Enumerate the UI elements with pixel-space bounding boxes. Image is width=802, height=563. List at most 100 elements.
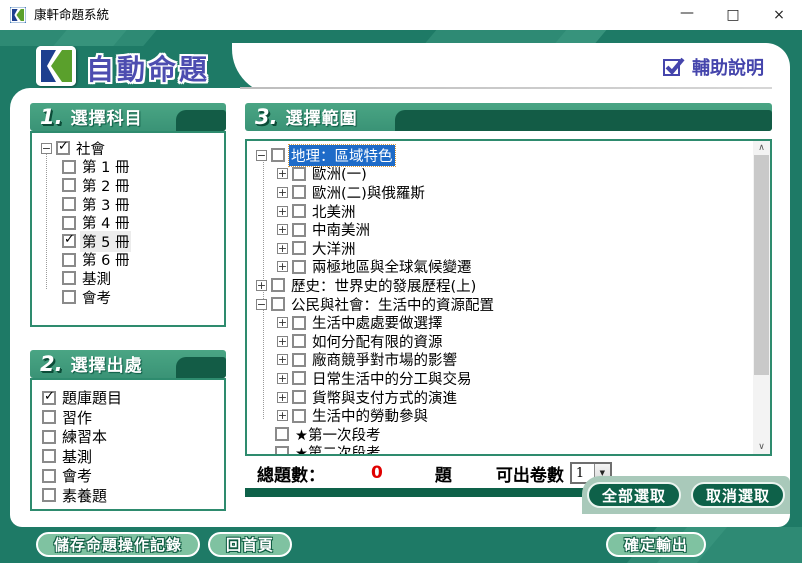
checkbox[interactable] bbox=[292, 167, 306, 181]
checklist-row: 題庫題目 bbox=[42, 388, 224, 408]
checklist-label[interactable]: 練習本 bbox=[60, 426, 109, 447]
expand-toggle-icon[interactable]: + bbox=[277, 373, 288, 384]
deselect-all-button[interactable]: 取消選取 bbox=[691, 482, 785, 508]
tree-label[interactable]: 會考 bbox=[80, 287, 113, 308]
section1-title: 選擇科目 bbox=[71, 105, 143, 131]
checklist-row: 素養題 bbox=[42, 486, 224, 506]
checkbox[interactable] bbox=[62, 216, 76, 230]
checkbox[interactable] bbox=[62, 178, 76, 192]
checklist-row: 習作 bbox=[42, 408, 224, 428]
checklist-label[interactable]: 素養題 bbox=[60, 485, 109, 506]
tree-row: 第 4 冊 bbox=[32, 213, 224, 232]
tree-row: 第 6 冊 bbox=[32, 251, 224, 270]
scroll-down-icon[interactable]: ∨ bbox=[753, 440, 770, 454]
tree-row: 會考 bbox=[32, 288, 224, 307]
checkmark-pen-icon bbox=[662, 55, 686, 79]
tree-row: +生活中的勞動參與 bbox=[247, 406, 770, 425]
section1-banner: 1. 選擇科目 bbox=[30, 103, 226, 131]
window-title: 康軒命題系統 bbox=[34, 0, 109, 30]
checkbox[interactable] bbox=[292, 334, 306, 348]
checklist-label[interactable]: 基測 bbox=[60, 446, 94, 467]
tree-row: +生活中處處要做選擇 bbox=[247, 313, 770, 332]
tree-row: 第 1 冊 bbox=[32, 158, 224, 177]
checkbox[interactable] bbox=[62, 290, 76, 304]
scope-tree-panel: − 地理：區域特色 +歐洲(一) +歐洲(二)與俄羅斯 +北美洲 +中南美洲 +… bbox=[245, 139, 772, 456]
maximize-button[interactable]: □ bbox=[710, 0, 756, 30]
checkbox[interactable] bbox=[271, 297, 285, 311]
tree-row: ★第一次段考 bbox=[247, 425, 770, 444]
checkbox[interactable] bbox=[62, 160, 76, 174]
expand-toggle-icon[interactable]: + bbox=[277, 243, 288, 254]
checkbox[interactable] bbox=[275, 427, 289, 441]
checkbox[interactable] bbox=[292, 185, 306, 199]
checkbox[interactable] bbox=[62, 197, 76, 211]
tree-row: +兩極地區與全球氣候變遷 bbox=[247, 258, 770, 277]
expand-toggle-icon[interactable]: + bbox=[277, 187, 288, 198]
help-label: 輔助說明 bbox=[692, 54, 764, 80]
expand-toggle-icon[interactable]: + bbox=[277, 317, 288, 328]
scrollbar[interactable]: ∧ ∨ bbox=[753, 141, 770, 454]
save-record-button[interactable]: 儲存命題操作記錄 bbox=[36, 532, 200, 557]
home-button[interactable]: 回首頁 bbox=[208, 532, 292, 557]
checkbox[interactable] bbox=[62, 234, 76, 248]
app-logo-icon bbox=[36, 46, 76, 86]
select-all-button[interactable]: 全部選取 bbox=[587, 482, 681, 508]
expand-toggle-icon[interactable]: + bbox=[277, 261, 288, 272]
checklist-row: 會考 bbox=[42, 466, 224, 486]
checklist-label[interactable]: 會考 bbox=[60, 465, 94, 486]
app-logo-icon bbox=[10, 7, 26, 23]
tree-row: 第 5 冊 bbox=[32, 232, 224, 251]
help-link[interactable]: 輔助說明 bbox=[662, 54, 764, 80]
expand-toggle-icon[interactable]: + bbox=[277, 224, 288, 235]
tree-label[interactable]: ★第二次段考 bbox=[293, 442, 383, 456]
tree-row: +北美洲 bbox=[247, 202, 770, 221]
expand-toggle-icon[interactable]: + bbox=[277, 392, 288, 403]
checkbox[interactable] bbox=[62, 253, 76, 267]
checkbox[interactable] bbox=[62, 271, 76, 285]
tree-row: +中南美洲 bbox=[247, 220, 770, 239]
checkbox[interactable] bbox=[292, 409, 306, 423]
checkbox[interactable] bbox=[42, 469, 56, 483]
collapse-toggle-icon[interactable]: − bbox=[256, 299, 267, 310]
tree-row: +日常生活中的分工與交易 bbox=[247, 369, 770, 388]
tree-row: 基測 bbox=[32, 269, 224, 288]
expand-toggle-icon[interactable]: + bbox=[277, 336, 288, 347]
checkbox[interactable] bbox=[42, 488, 56, 502]
paper-count-label: 可出卷數 bbox=[496, 461, 564, 486]
checkbox[interactable] bbox=[42, 430, 56, 444]
checkbox[interactable] bbox=[42, 449, 56, 463]
checklist-label[interactable]: 題庫題目 bbox=[60, 387, 124, 408]
checkbox[interactable] bbox=[292, 371, 306, 385]
expand-toggle-icon[interactable]: + bbox=[277, 168, 288, 179]
checkbox[interactable] bbox=[292, 241, 306, 255]
checkbox[interactable] bbox=[292, 223, 306, 237]
checklist-label[interactable]: 習作 bbox=[60, 407, 94, 428]
scrollbar-thumb[interactable] bbox=[754, 155, 769, 375]
tree-row: −公民與社會：生活中的資源配置 bbox=[247, 295, 770, 314]
minimize-button[interactable]: — bbox=[664, 0, 710, 30]
section2-number: 2. bbox=[40, 350, 63, 378]
collapse-toggle-icon[interactable]: − bbox=[41, 143, 52, 154]
expand-toggle-icon[interactable]: + bbox=[277, 354, 288, 365]
checkbox[interactable] bbox=[56, 141, 70, 155]
titlebar: 康軒命題系統 — □ × bbox=[0, 0, 802, 30]
checkbox[interactable] bbox=[271, 148, 285, 162]
tree-row: 第 2 冊 bbox=[32, 176, 224, 195]
checkbox[interactable] bbox=[292, 260, 306, 274]
checkbox[interactable] bbox=[292, 204, 306, 218]
expand-toggle-icon[interactable]: + bbox=[256, 280, 267, 291]
checkbox[interactable] bbox=[271, 278, 285, 292]
expand-toggle-icon[interactable]: + bbox=[277, 206, 288, 217]
expand-toggle-icon[interactable]: + bbox=[277, 410, 288, 421]
checkbox[interactable] bbox=[292, 353, 306, 367]
section3-number: 3. bbox=[255, 103, 278, 131]
checkbox[interactable] bbox=[292, 390, 306, 404]
checkbox[interactable] bbox=[42, 410, 56, 424]
confirm-output-button[interactable]: 確定輸出 bbox=[606, 532, 706, 557]
scroll-up-icon[interactable]: ∧ bbox=[753, 141, 770, 155]
checkbox[interactable] bbox=[275, 446, 289, 456]
collapse-toggle-icon[interactable]: − bbox=[256, 150, 267, 161]
checkbox[interactable] bbox=[292, 316, 306, 330]
close-button[interactable]: × bbox=[756, 0, 802, 30]
checkbox[interactable] bbox=[42, 391, 56, 405]
